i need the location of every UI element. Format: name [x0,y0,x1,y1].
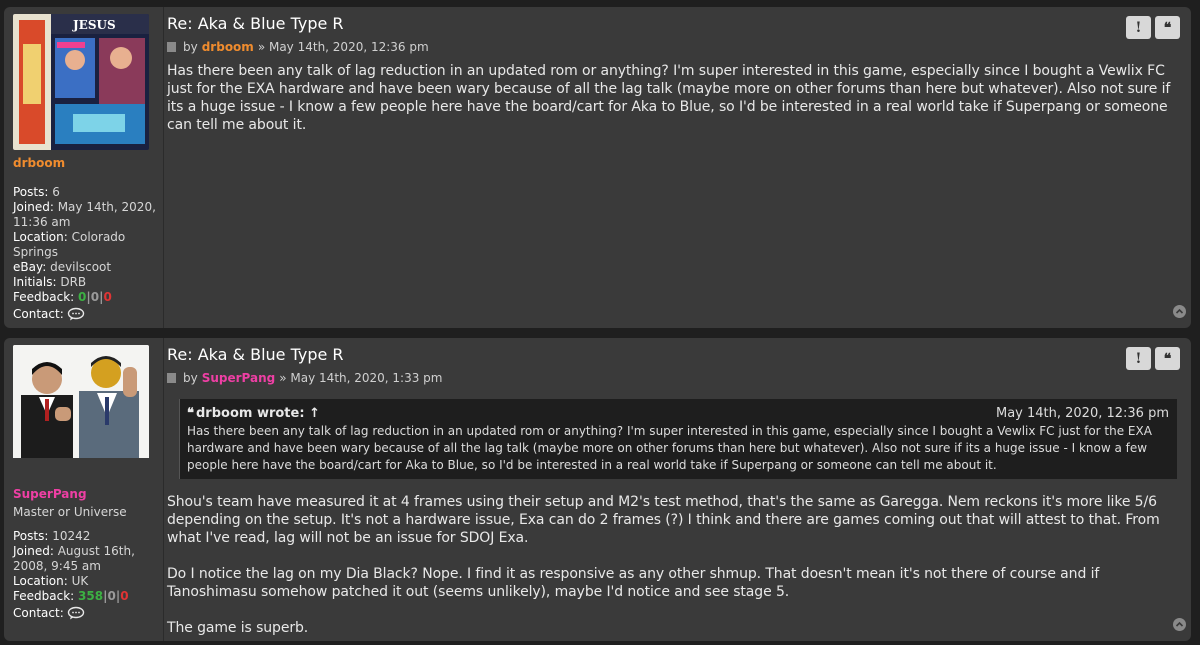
quote-button[interactable]: ❝ [1155,347,1180,370]
quote-icon: ❝ [1163,19,1172,36]
user-rank: Master or Universe [13,505,127,519]
quote-header: ❝ drboom wrote: ↑ May 14th, 2020, 12:36 p… [187,405,1169,422]
initials-value: DRB [60,275,87,289]
feedback-label: Feedback: [13,290,75,304]
location-value: UK [71,574,89,588]
avatar-drboom[interactable]: JESUS [13,14,149,150]
ebay-value: devilscoot [50,260,112,274]
chat-bubble-icon[interactable] [67,606,85,624]
post-actions: ! ❝ [1126,347,1180,370]
quote-icon: ❝ [187,406,194,421]
back-to-top-button[interactable] [1173,305,1186,318]
chevron-up-icon [1175,308,1184,314]
quote-author[interactable]: drboom wrote: ↑ [196,406,320,421]
post-author-username[interactable]: drboom [13,156,65,170]
posts-count: 6 [52,185,60,199]
joined-label: Joined: [13,200,54,214]
feedback-label: Feedback: [13,589,75,603]
contact-label: Contact: [13,307,64,321]
post-profile: JESUS drboom Posts: 6 Joined: May 14th, … [4,7,164,328]
post-by: by [183,40,198,54]
feedback-negative[interactable]: 0 [104,290,112,304]
post-file-icon[interactable] [167,42,176,52]
avatar-cover-title: JESUS [72,18,116,32]
quote-text: Has there been any talk of lag reduction… [187,424,1152,472]
report-button[interactable]: ! [1126,16,1151,39]
post-paragraph: The game is superb. [167,620,309,636]
quote-date: May 14th, 2020, 12:36 pm [995,406,1169,421]
post-meta: by drboom » May 14th, 2020, 12:36 pm [167,40,1191,54]
post-file-icon[interactable] [167,373,176,383]
chat-bubble-icon[interactable] [67,307,85,325]
post-content: Shou's team have measured it at 4 frames… [167,493,1191,637]
posts-count: 10242 [52,529,91,543]
post-author-link[interactable]: SuperPang [202,371,276,385]
post-title[interactable]: Re: Aka & Blue Type R [167,14,1191,34]
post-by: by [183,371,198,385]
joined-label: Joined: [13,544,54,558]
post-body: Re: Aka & Blue Type R by drboom » May 14… [167,7,1191,328]
report-button[interactable]: ! [1126,347,1151,370]
post-actions: ! ❝ [1126,16,1180,39]
post-date: » May 14th, 2020, 1:33 pm [279,371,443,385]
location-label: Location: [13,230,68,244]
posts-label: Posts: [13,529,49,543]
quote-icon: ❝ [1163,350,1172,367]
post-2: SuperPang Master or Universe Posts: 1024… [4,338,1191,641]
post-content: Has there been any talk of lag reduction… [167,62,1191,134]
profile-details: Posts: 10242 Joined: August 16th, 2008, … [13,529,163,624]
chevron-up-icon [1175,621,1184,627]
initials-label: Initials: [13,275,57,289]
feedback-neutral[interactable]: 0 [107,589,115,603]
contact-label: Contact: [13,606,64,620]
quote-block: ❝ drboom wrote: ↑ May 14th, 2020, 12:36 p… [179,399,1177,479]
exclamation-icon: ! [1135,350,1142,367]
post-title[interactable]: Re: Aka & Blue Type R [167,345,1191,365]
quote-button[interactable]: ❝ [1155,16,1180,39]
post-author-username[interactable]: SuperPang [13,487,87,501]
feedback-positive[interactable]: 358 [78,589,103,603]
post-body: Re: Aka & Blue Type R by SuperPang » May… [167,338,1191,641]
exclamation-icon: ! [1135,19,1142,36]
back-to-top-button[interactable] [1173,618,1186,631]
post-profile: SuperPang Master or Universe Posts: 1024… [4,338,164,641]
location-label: Location: [13,574,68,588]
posts-label: Posts: [13,185,49,199]
post-paragraph: Do I notice the lag on my Dia Black? Nop… [167,566,1100,600]
profile-details: Posts: 6 Joined: May 14th, 2020, 11:36 a… [13,185,163,325]
post-date: » May 14th, 2020, 12:36 pm [257,40,429,54]
post-paragraph: Has there been any talk of lag reduction… [167,63,1171,133]
post-paragraph: Shou's team have measured it at 4 frames… [167,494,1160,546]
avatar-superpang[interactable] [13,345,149,481]
ebay-label: eBay: [13,260,47,274]
feedback-negative[interactable]: 0 [120,589,128,603]
feedback-neutral[interactable]: 0 [91,290,99,304]
post-author-link[interactable]: drboom [202,40,254,54]
post-1: JESUS drboom Posts: 6 Joined: May 14th, … [4,7,1191,328]
post-meta: by SuperPang » May 14th, 2020, 1:33 pm [167,371,1191,385]
